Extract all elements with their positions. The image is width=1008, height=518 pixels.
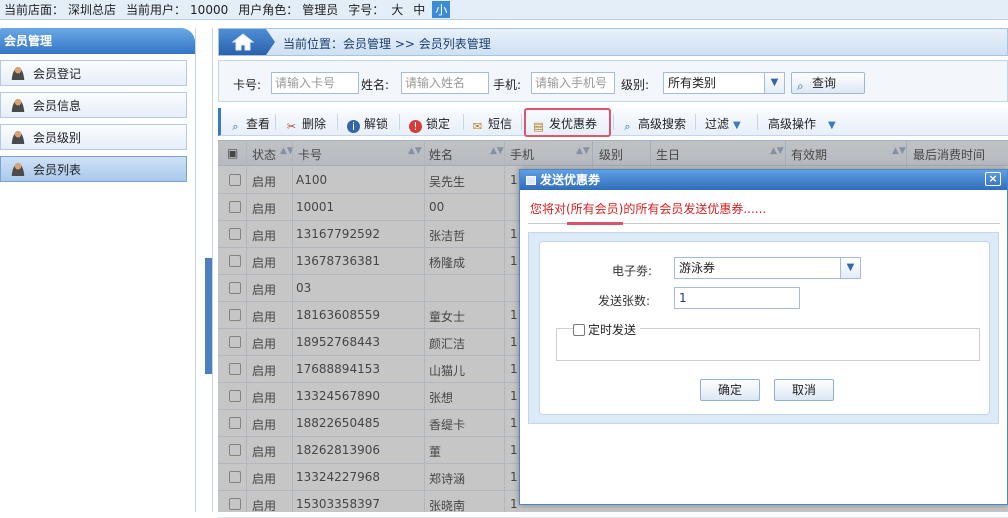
sidebar-collapse-handle[interactable] [205,258,212,374]
chevron-down-icon[interactable]: ▼ [764,73,784,93]
advanced-ops-label: 高级操作 [768,117,817,131]
user-add-icon [11,66,25,80]
toolbar-separator [399,114,400,130]
toolbar-separator [521,114,522,130]
phone-label: 手机: [493,78,522,92]
font-size-small[interactable]: 小 [432,1,451,18]
search-icon: ⌕ [797,79,804,93]
cancel-button[interactable]: 取消 [774,379,834,401]
level-label: 级别: [621,78,650,92]
advanced-search-button[interactable]: ⌕ 高级搜索 [621,115,686,133]
toolbar-separator [275,114,276,130]
count-input[interactable]: 1 [674,287,800,309]
query-button[interactable]: ⌕ 查询 [791,72,865,94]
layout-divider [212,28,213,512]
store-value: 深圳总店 [68,3,117,17]
search-panel: 卡号: 姓名: 手机: 级别: 所有类别 ▼ ⌕ 查询 [218,60,1008,102]
close-icon[interactable]: × [985,172,1001,186]
advanced-search-label: 高级搜索 [638,117,687,131]
delete-icon: ✂ [286,120,297,133]
toolbar-separator [337,114,338,130]
home-icon[interactable] [219,29,275,55]
sidebar-item-label: 会员级别 [33,130,82,145]
sidebar-item-member-info[interactable]: 会员信息 [0,92,187,118]
ok-button[interactable]: 确定 [700,379,760,401]
user-level-icon [11,130,25,144]
magnifier-icon: ⌕ [232,120,239,133]
advanced-ops-button[interactable]: 高级操作 ▼ [768,115,836,132]
filter-button[interactable]: 过滤 ▼ [705,115,741,132]
sidebar-title: 会员管理 [0,28,195,54]
card-input[interactable] [271,72,359,94]
user-label: 当前用户： [126,3,187,17]
chevron-down-icon[interactable]: ▼ [840,258,860,278]
sms-button[interactable]: ✉ 短信 [471,115,512,133]
schedule-checkbox[interactable]: 定时发送 [573,321,641,338]
sidebar-item-label: 会员登记 [33,66,82,81]
sidebar-item-member-register[interactable]: 会员登记 [0,60,187,86]
font-size-large[interactable]: 大 [388,1,406,18]
schedule-label: 定时发送 [588,323,637,337]
count-label: 发送张数: [598,294,651,308]
name-input[interactable] [401,72,489,94]
role-label: 用户角色： [238,3,299,17]
filter-label: 过滤 [705,117,730,131]
dialog-title: 发送优惠券 [540,173,601,187]
coupon-highlight [524,108,611,137]
query-button-label: 查询 [812,76,837,90]
store-label: 当前店面： [4,3,65,17]
unlock-button[interactable]: i 解锁 [347,115,388,133]
breadcrumb-text: 当前位置：会员管理 >> 会员列表管理 [283,37,491,51]
info-icon: i [347,120,360,133]
fontsize-label: 字号： [348,3,385,17]
delete-label: 删除 [302,117,327,131]
role-value: 管理员 [302,3,339,17]
delete-button[interactable]: ✂ 删除 [285,115,326,133]
chevron-down-icon: ▼ [733,120,741,131]
breadcrumb: 当前位置：会员管理 >> 会员列表管理 [218,28,1008,56]
lock-label: 锁定 [426,117,451,131]
sms-label: 短信 [488,117,513,131]
coupon-select[interactable]: 游泳券 ▼ [674,257,861,279]
envelope-icon: ✉ [472,120,483,133]
sidebar-item-member-level[interactable]: 会员级别 [0,124,187,150]
toolbar-separator [613,114,614,130]
dialog-header: 发送优惠券 × [520,170,1007,190]
window-icon [526,176,536,185]
alert-icon: ! [409,120,422,133]
dialog-form: 电子劵: 游泳券 ▼ 发送张数: 1 定时发送 确定 取消 [539,241,990,415]
sidebar-item-member-list[interactable]: 会员列表 [0,156,187,182]
toolbar-separator [757,114,758,130]
user-list-icon [11,162,25,176]
dialog-message: 您将对(所有会员)的所有会员发送优惠券...... [530,202,767,216]
view-button[interactable]: ⌕ 查看 [229,115,270,133]
top-status-bar: 当前店面： 深圳总店 当前用户： 10000 用户角色： 管理员 字号： 大 中… [0,0,1008,20]
coupon-label: 电子劵: [612,264,653,278]
name-label: 姓名: [361,78,390,92]
id-card-icon [11,98,25,112]
chevron-down-icon: ▼ [828,120,836,131]
user-value: 10000 [190,2,229,17]
font-size-medium[interactable]: 中 [410,1,428,18]
level-select[interactable]: 所有类别 ▼ [663,72,785,94]
coupon-select-value: 游泳券 [679,261,716,275]
send-coupon-dialog: 发送优惠券 × 您将对(所有会员)的所有会员发送优惠券...... 电子劵: 游… [519,169,1008,505]
toolbar-separator [695,114,696,130]
divider-accent [567,222,623,225]
checkbox-icon[interactable] [573,324,585,336]
phone-input[interactable] [531,72,615,94]
lock-button[interactable]: ! 锁定 [409,115,450,133]
level-select-value: 所有类别 [668,76,717,90]
sidebar-item-label: 会员信息 [33,98,82,113]
dialog-body: 电子劵: 游泳券 ▼ 发送张数: 1 定时发送 确定 取消 [528,232,999,424]
card-label: 卡号: [233,78,262,92]
view-label: 查看 [246,117,271,131]
unlock-label: 解锁 [364,117,389,131]
sidebar-item-label: 会员列表 [33,162,82,177]
magnifier-icon: ⌕ [624,120,631,133]
toolbar: ⌕ 查看 ✂ 删除 i 解锁 ! 锁定 ✉ 短信 ▤ 发优惠券 ⌕ 高级搜索 过滤 ▼ 高级操作… [218,108,1008,136]
sidebar: 会员管理 会员登记 会员信息 会员级别 会员列表 [0,28,196,512]
toolbar-separator [463,114,464,130]
